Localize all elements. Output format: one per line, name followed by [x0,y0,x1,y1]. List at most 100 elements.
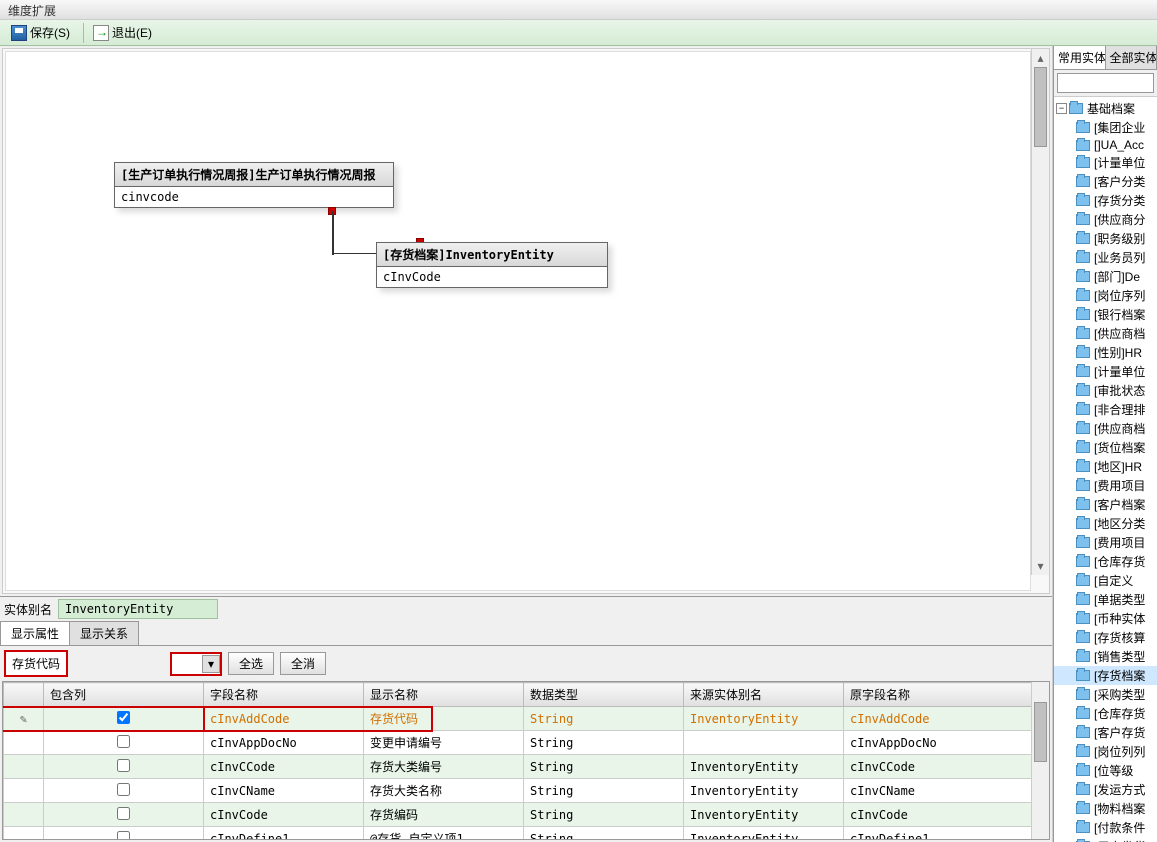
tree-item[interactable]: [发运方式 [1054,780,1157,799]
alias-input[interactable] [58,599,218,619]
expander-icon[interactable]: − [1056,103,1067,114]
tree-item[interactable]: [性别]HR [1054,343,1157,362]
entity-box-inventory[interactable]: [存货档案]InventoryEntity cInvCode [376,242,608,288]
folder-icon [1076,556,1090,567]
tree-item[interactable]: [自定义 [1054,571,1157,590]
grid-cell: @存货.自定义项1 [364,827,524,841]
entity-box-report[interactable]: [生产订单执行情况周报]生产订单执行情况周报 cinvcode [114,162,394,208]
tree-item-label: [职务级别 [1094,230,1145,247]
exit-button[interactable]: 退出(E) [86,21,159,44]
grid-cell[interactable] [44,779,204,803]
tree-item[interactable]: [计量单位 [1054,153,1157,172]
entity-tree[interactable]: −基础档案[集团企业[]UA_Acc[计量单位[客户分类[存货分类[供应商分[职… [1054,97,1157,842]
include-checkbox[interactable] [117,711,130,724]
diagram-canvas[interactable]: [生产订单执行情况周报]生产订单执行情况周报 cinvcode [存货档案]In… [5,51,1031,591]
tree-item[interactable]: [货位档案 [1054,438,1157,457]
tree-item[interactable]: [供应商分 [1054,210,1157,229]
select-all-button[interactable]: 全选 [228,652,274,675]
tree-item[interactable]: [付款条件 [1054,818,1157,837]
tree-item[interactable]: [岗位列列 [1054,742,1157,761]
grid-cell[interactable] [44,803,204,827]
tree-item[interactable]: []UA_Acc [1054,137,1157,153]
table-row[interactable]: cInvCCode存货大类编号StringInventoryEntitycInv… [4,755,1049,779]
tree-item[interactable]: [银行档案 [1054,305,1157,324]
scroll-thumb[interactable] [1034,67,1047,147]
tree-item[interactable]: [集团企业 [1054,118,1157,137]
tree-item[interactable]: [物料档案 [1054,799,1157,818]
filter-dropdown[interactable]: ▾ [170,652,222,676]
tree-item[interactable]: [存货档案 [1054,666,1157,685]
tree-item[interactable]: [用户发货 [1054,837,1157,842]
tree-item[interactable]: [仓库存货 [1054,704,1157,723]
tree-item[interactable]: [职务级别 [1054,229,1157,248]
tree-item[interactable]: [单据类型 [1054,590,1157,609]
tree-item[interactable]: [计量单位 [1054,362,1157,381]
window-titlebar: 维度扩展 [0,0,1157,20]
grid-column-header[interactable] [4,683,44,707]
table-row[interactable]: cInvAppDocNo变更申请编号StringcInvAppDocNo [4,731,1049,755]
tree-item[interactable]: [客户档案 [1054,495,1157,514]
include-checkbox[interactable] [117,735,130,748]
tree-item[interactable]: [客户分类 [1054,172,1157,191]
include-checkbox[interactable] [117,807,130,820]
grid-column-header[interactable]: 字段名称 [204,683,364,707]
tree-item[interactable]: [存货分类 [1054,191,1157,210]
grid-cell[interactable] [44,755,204,779]
save-button[interactable]: 保存(S) [4,21,77,44]
tree-item[interactable]: [供应商档 [1054,419,1157,438]
grid-column-header[interactable]: 包含列 [44,683,204,707]
tree-item[interactable]: [销售类型 [1054,647,1157,666]
grid-scrollbar-v[interactable] [1031,682,1049,839]
tab-all-entities[interactable]: 全部实体 [1106,46,1157,69]
grid-cell[interactable] [44,827,204,841]
tree-item[interactable]: [位等级 [1054,761,1157,780]
tree-item[interactable]: [费用项目 [1054,476,1157,495]
tree-item[interactable]: [地区分类 [1054,514,1157,533]
table-row[interactable]: ✎cInvAddCode存货代码StringInventoryEntitycIn… [4,707,1049,731]
folder-icon [1076,765,1090,776]
folder-icon [1076,803,1090,814]
scroll-thumb[interactable] [1034,702,1047,762]
tree-item[interactable]: [地区]HR [1054,457,1157,476]
tree-item[interactable]: [仓库存货 [1054,552,1157,571]
tree-item[interactable]: [币种实体 [1054,609,1157,628]
grid-column-header[interactable]: 来源实体别名 [684,683,844,707]
table-row[interactable]: cInvCode存货编码StringInventoryEntitycInvCod… [4,803,1049,827]
tree-item[interactable]: [审批状态 [1054,381,1157,400]
tree-root-item[interactable]: −基础档案 [1054,99,1157,118]
tab-show-rels[interactable]: 显示关系 [69,621,139,645]
deselect-all-button[interactable]: 全消 [280,652,326,675]
include-checkbox[interactable] [117,831,130,841]
table-row[interactable]: cInvDefine1@存货.自定义项1StringInventoryEntit… [4,827,1049,841]
tab-common-entities[interactable]: 常用实体 [1054,46,1106,69]
include-checkbox[interactable] [117,783,130,796]
dropdown-icon[interactable]: ▾ [202,655,220,673]
grid-cell[interactable] [44,731,204,755]
grid-column-header[interactable]: 原字段名称 [844,683,1049,707]
folder-icon [1076,309,1090,320]
tab-show-props[interactable]: 显示属性 [0,621,70,645]
tree-item[interactable]: [客户存货 [1054,723,1157,742]
canvas-scrollbar-v[interactable]: ▴ ▾ [1031,49,1049,575]
table-row[interactable]: cInvCName存货大类名称StringInventoryEntitycInv… [4,779,1049,803]
scroll-up-arrow[interactable]: ▴ [1032,49,1049,67]
tree-item[interactable]: [采购类型 [1054,685,1157,704]
tree-item[interactable]: [费用项目 [1054,533,1157,552]
alias-label: 实体别名 [4,601,52,618]
grid-column-header[interactable]: 数据类型 [524,683,684,707]
tree-item[interactable]: [业务员列 [1054,248,1157,267]
tree-item[interactable]: [非合理排 [1054,400,1157,419]
include-checkbox[interactable] [117,759,130,772]
tree-item[interactable]: [岗位序列 [1054,286,1157,305]
filter-dropdown-input[interactable] [172,654,202,674]
tree-item[interactable]: [供应商档 [1054,324,1157,343]
tree-item[interactable]: [存货核算 [1054,628,1157,647]
grid-column-header[interactable]: 显示名称 [364,683,524,707]
grid-cell[interactable] [44,707,204,731]
scroll-down-arrow[interactable]: ▾ [1032,557,1049,575]
field-grid[interactable]: 包含列字段名称显示名称数据类型来源实体别名原字段名称 ✎cInvAddCode存… [3,682,1049,840]
filter-text[interactable]: 存货代码 [4,650,68,677]
grid-cell [4,755,44,779]
tree-search-input[interactable] [1057,73,1154,93]
tree-item[interactable]: [部门]De [1054,267,1157,286]
